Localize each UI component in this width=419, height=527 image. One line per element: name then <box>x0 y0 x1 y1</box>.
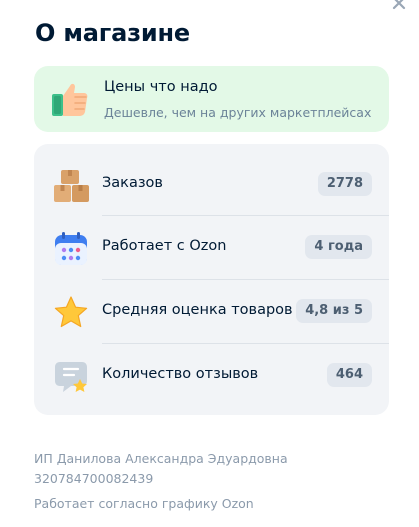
stat-label: Работает с Ozon <box>102 238 227 254</box>
calendar-icon <box>55 232 87 265</box>
boxes-icon <box>54 170 89 202</box>
promo-subtitle: Дешевле, чем на других маркетплейсах <box>104 105 372 120</box>
close-button[interactable] <box>385 0 413 18</box>
stat-value-badge: 464 <box>326 363 372 387</box>
stat-row-years: Работает с Ozon 4 года <box>34 216 389 280</box>
stat-value-badge: 4,8 из 5 <box>296 299 372 323</box>
seller-ogrn: 320784700082439 <box>34 471 154 486</box>
promo-banner: Цены что надо Дешевле, чем на других мар… <box>34 66 389 132</box>
stat-row-orders: Заказов 2778 <box>34 153 389 217</box>
close-icon <box>392 0 406 10</box>
stat-label: Средняя оценка товаров <box>102 302 293 318</box>
star-icon <box>54 296 88 328</box>
seller-name: ИП Данилова Александра Эдуардовна <box>34 451 288 466</box>
promo-title: Цены что надо <box>104 79 218 95</box>
stat-value-badge: 4 года <box>305 235 372 259</box>
stat-row-rating: Средняя оценка товаров 4,8 из 5 <box>34 280 389 344</box>
page-title: О магазине <box>35 19 190 47</box>
store-stats-card: Заказов 2778 Работает с Ozon 4 года Сред… <box>34 144 389 415</box>
seller-schedule: Работает согласно графику Ozon <box>34 496 254 511</box>
stat-label: Заказов <box>102 175 163 191</box>
stat-value-badge: 2778 <box>317 172 372 196</box>
stat-label: Количество отзывов <box>102 366 259 382</box>
review-icon <box>55 362 87 392</box>
stat-row-reviews: Количество отзывов 464 <box>34 344 389 408</box>
thumbs-up-icon <box>52 83 88 116</box>
